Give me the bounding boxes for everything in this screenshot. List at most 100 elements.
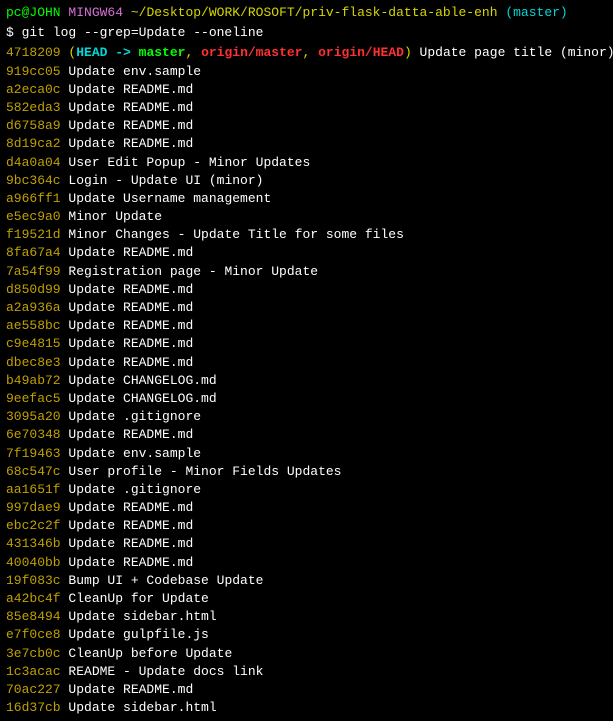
git-log-output: 919cc05 Update env.sample a2eca0c Update … [6,63,607,718]
commit-message: Update README.md [68,336,193,351]
commit-hash: 1c3acac [6,664,61,679]
commit-message: Update env.sample [68,446,201,461]
commit-hash: 4718209 [6,45,61,60]
commit-message: Update README.md [68,100,193,115]
commit-hash: 85e8494 [6,609,61,624]
commit-hash: 9bc364c [6,173,61,188]
commit-hash: ae558bc [6,318,61,333]
log-line: d4a0a04 User Edit Popup - Minor Updates [6,154,607,172]
commit-hash: d6758a9 [6,118,61,133]
log-line: a966ff1 Update Username management [6,190,607,208]
commit-message: User profile - Minor Fields Updates [68,464,341,479]
log-line: 8fa67a4 Update README.md [6,244,607,262]
commit-message: Update README.md [68,355,193,370]
commit-hash: 9eefac5 [6,391,61,406]
log-line: c9e4815 Update README.md [6,335,607,353]
commit-message: Update Username management [68,191,271,206]
commit-hash: d4a0a04 [6,155,61,170]
log-line: d850d99 Update README.md [6,281,607,299]
log-line: aa1651f Update .gitignore [6,481,607,499]
local-branch: master [139,45,186,60]
commit-hash: 7f19463 [6,446,61,461]
commit-message: Update README.md [68,500,193,515]
commit-hash: a42bc4f [6,591,61,606]
commit-hash: 40040bb [6,555,61,570]
commit-message: Update README.md [68,136,193,151]
commit-message: Update README.md [68,82,193,97]
log-line: b49ab72 Update CHANGELOG.md [6,372,607,390]
commit-hash: aa1651f [6,482,61,497]
log-line: ae558bc Update README.md [6,317,607,335]
commit-hash: 68c547c [6,464,61,479]
shell-prompt: pc@JOHN MINGW64 ~/Desktop/WORK/ROSOFT/pr… [6,4,607,22]
commit-message: Login - Update UI (minor) [68,173,263,188]
commit-message: Minor Changes - Update Title for some fi… [68,227,403,242]
commit-message: Update sidebar.html [68,700,216,715]
log-line: 3095a20 Update .gitignore [6,408,607,426]
commit-message: Update .gitignore [68,409,201,424]
commit-message: Update CHANGELOG.md [68,391,216,406]
commit-hash: 6e70348 [6,427,61,442]
log-line: 7f19463 Update env.sample [6,445,607,463]
commit-hash: dbec8e3 [6,355,61,370]
log-line: 6e70348 Update README.md [6,426,607,444]
log-line: d6758a9 Update README.md [6,117,607,135]
commit-message: Bump UI + Codebase Update [68,573,263,588]
commit-message: Update README.md [68,118,193,133]
commit-hash: 919cc05 [6,64,61,79]
log-line-head: 4718209 (HEAD -> master, origin/master, … [6,44,607,62]
remote-head: origin/HEAD [318,45,404,60]
commit-hash: 997dae9 [6,500,61,515]
commit-hash: c9e4815 [6,336,61,351]
commit-hash: 70ac227 [6,682,61,697]
commit-message: Update README.md [68,682,193,697]
log-line: 8d19ca2 Update README.md [6,135,607,153]
commit-hash: 582eda3 [6,100,61,115]
commit-message: Update env.sample [68,64,201,79]
log-line: 16d37cb Update sidebar.html [6,699,607,717]
commit-hash: 3095a20 [6,409,61,424]
commit-message: Minor Update [68,209,162,224]
user-host: pc@JOHN [6,5,61,20]
cwd-path: ~/Desktop/WORK/ROSOFT/priv-flask-datta-a… [131,5,498,20]
commit-message: Update README.md [68,245,193,260]
commit-hash: a966ff1 [6,191,61,206]
commit-hash: f19521d [6,227,61,242]
commit-hash: a2eca0c [6,82,61,97]
commit-message: CleanUp for Update [68,591,208,606]
commit-hash: 431346b [6,536,61,551]
commit-message: Update README.md [68,318,193,333]
commit-message: Update gulpfile.js [68,627,208,642]
commit-hash: a2a936a [6,300,61,315]
log-line: 70ac227 Update README.md [6,681,607,699]
log-line: e5ec9a0 Minor Update [6,208,607,226]
log-line: 68c547c User profile - Minor Fields Upda… [6,463,607,481]
commit-message: User Edit Popup - Minor Updates [68,155,310,170]
log-line: e7f0ce8 Update gulpfile.js [6,626,607,644]
commit-hash: 8d19ca2 [6,136,61,151]
commit-message: Update README.md [68,555,193,570]
commit-message: CleanUp before Update [68,646,232,661]
commit-hash: 7a54f99 [6,264,61,279]
commit-message: Update README.md [68,300,193,315]
log-line: 9bc364c Login - Update UI (minor) [6,172,607,190]
log-line: 431346b Update README.md [6,535,607,553]
commit-hash: b49ab72 [6,373,61,388]
log-line: dbec8e3 Update README.md [6,354,607,372]
log-line: f19521d Minor Changes - Update Title for… [6,226,607,244]
log-line: a2a936a Update README.md [6,299,607,317]
commit-message: README - Update docs link [68,664,263,679]
commit-message: Update README.md [68,536,193,551]
command-line[interactable]: $ git log --grep=Update --oneline [6,24,607,42]
log-line: a42bc4f CleanUp for Update [6,590,607,608]
commit-hash: 3e7cb0c [6,646,61,661]
git-branch: (master) [505,5,567,20]
commit-message: Update sidebar.html [68,609,216,624]
log-line: 19f083c Bump UI + Codebase Update [6,572,607,590]
commit-message: Update .gitignore [68,482,201,497]
commit-hash: e7f0ce8 [6,627,61,642]
commit-hash: 8fa67a4 [6,245,61,260]
head-pointer: HEAD -> [76,45,138,60]
log-line: 1c3acac README - Update docs link [6,663,607,681]
commit-message: Update README.md [68,518,193,533]
